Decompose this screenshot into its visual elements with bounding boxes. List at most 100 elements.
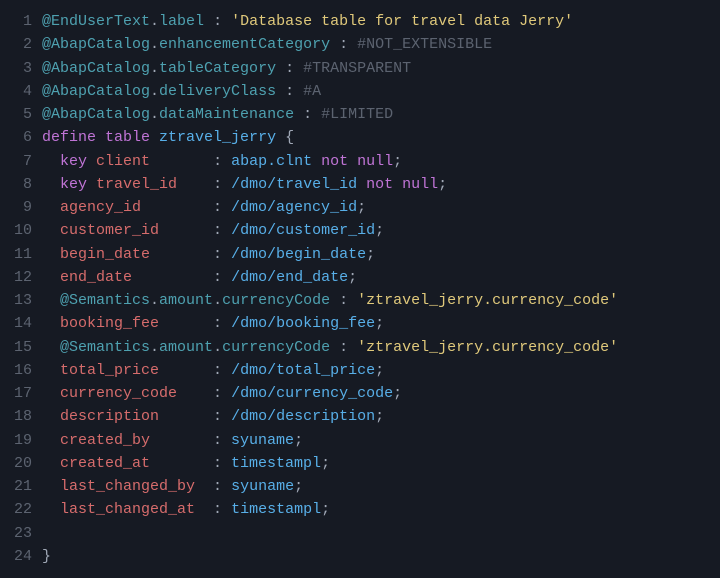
token: /dmo/begin_date — [231, 246, 366, 263]
token — [42, 432, 60, 449]
token: : — [330, 292, 357, 309]
token: currencyCode — [222, 339, 330, 356]
token: ; — [357, 199, 366, 216]
line-content: @Semantics.amount.currencyCode : 'ztrave… — [42, 289, 720, 312]
code-line: 21 last_changed_by : syuname; — [0, 475, 720, 498]
code-line: 24} — [0, 545, 720, 568]
token: . — [150, 292, 159, 309]
token: : — [177, 176, 231, 193]
token: . — [213, 292, 222, 309]
line-number: 18 — [0, 405, 42, 428]
token: booking_fee — [60, 315, 159, 332]
token: created_by — [60, 432, 150, 449]
token: ; — [375, 315, 384, 332]
token: 'ztravel_jerry.currency_code' — [357, 339, 618, 356]
line-number: 4 — [0, 80, 42, 103]
line-content: key client : abap.clnt not null; — [42, 150, 720, 173]
code-line: 14 booking_fee : /dmo/booking_fee; — [0, 312, 720, 335]
token — [42, 455, 60, 472]
line-number: 15 — [0, 336, 42, 359]
token: ; — [294, 478, 303, 495]
token: /dmo/description — [231, 408, 375, 425]
code-line: 17 currency_code : /dmo/currency_code; — [0, 382, 720, 405]
line-content: @AbapCatalog.enhancementCategory : #NOT_… — [42, 33, 720, 56]
token — [42, 222, 60, 239]
token: amount — [159, 292, 213, 309]
code-line: 19 created_by : syuname; — [0, 429, 720, 452]
line-number: 19 — [0, 429, 42, 452]
token — [42, 199, 60, 216]
line-content: customer_id : /dmo/customer_id; — [42, 219, 720, 242]
code-line: 22 last_changed_at : timestampl; — [0, 498, 720, 521]
token: last_changed_by — [60, 478, 195, 495]
token: #NOT_EXTENSIBLE — [357, 36, 492, 53]
token: : — [276, 60, 303, 77]
code-line: 4@AbapCatalog.deliveryClass : #A — [0, 80, 720, 103]
code-editor: 1@EndUserText.label : 'Database table fo… — [0, 10, 720, 568]
line-content: description : /dmo/description; — [42, 405, 720, 428]
token: ; — [321, 501, 330, 518]
token: travel_id — [96, 176, 177, 193]
token: : — [195, 478, 231, 495]
line-number: 22 — [0, 498, 42, 521]
token: /dmo/currency_code — [231, 385, 393, 402]
token: @EndUserText — [42, 13, 150, 30]
line-content: @AbapCatalog.dataMaintenance : #LIMITED — [42, 103, 720, 126]
line-number: 13 — [0, 289, 42, 312]
token: : — [204, 13, 231, 30]
token: : — [150, 432, 231, 449]
line-number: 14 — [0, 312, 42, 335]
token: timestampl — [231, 501, 321, 518]
token — [150, 129, 159, 146]
code-line: 5@AbapCatalog.dataMaintenance : #LIMITED — [0, 103, 720, 126]
token: #LIMITED — [321, 106, 393, 123]
token — [42, 478, 60, 495]
line-content: key travel_id : /dmo/travel_id not null; — [42, 173, 720, 196]
token: . — [150, 339, 159, 356]
token: begin_date — [60, 246, 150, 263]
token: : — [141, 199, 231, 216]
token: /dmo/end_date — [231, 269, 348, 286]
token — [42, 246, 60, 263]
token — [42, 408, 60, 425]
token: ; — [375, 222, 384, 239]
code-line: 8 key travel_id : /dmo/travel_id not nul… — [0, 173, 720, 196]
token: description — [60, 408, 159, 425]
line-content: booking_fee : /dmo/booking_fee; — [42, 312, 720, 335]
token: created_at — [60, 455, 150, 472]
token: . — [150, 36, 159, 53]
token — [42, 362, 60, 379]
token: ; — [366, 246, 375, 263]
line-number: 2 — [0, 33, 42, 56]
line-number: 8 — [0, 173, 42, 196]
token — [42, 339, 60, 356]
token — [312, 153, 321, 170]
code-line: 11 begin_date : /dmo/begin_date; — [0, 243, 720, 266]
token: 'ztravel_jerry.currency_code' — [357, 292, 618, 309]
token: key — [60, 176, 87, 193]
line-number: 7 — [0, 150, 42, 173]
token: ; — [438, 176, 447, 193]
line-number: 11 — [0, 243, 42, 266]
line-number: 20 — [0, 452, 42, 475]
token: . — [150, 83, 159, 100]
line-content: agency_id : /dmo/agency_id; — [42, 196, 720, 219]
token: : — [330, 36, 357, 53]
line-number: 24 — [0, 545, 42, 568]
token — [42, 292, 60, 309]
line-content: } — [42, 545, 720, 568]
token: currencyCode — [222, 292, 330, 309]
line-content: @EndUserText.label : 'Database table for… — [42, 10, 720, 33]
token: last_changed_at — [60, 501, 195, 518]
line-number: 12 — [0, 266, 42, 289]
line-content: define table ztravel_jerry { — [42, 126, 720, 149]
token: customer_id — [60, 222, 159, 239]
token: not null — [366, 176, 438, 193]
token: ; — [294, 432, 303, 449]
code-line: 3@AbapCatalog.tableCategory : #TRANSPARE… — [0, 57, 720, 80]
token: . — [150, 13, 159, 30]
line-number: 6 — [0, 126, 42, 149]
line-content: last_changed_at : timestampl; — [42, 498, 720, 521]
code-line: 2@AbapCatalog.enhancementCategory : #NOT… — [0, 33, 720, 56]
token: end_date — [60, 269, 132, 286]
